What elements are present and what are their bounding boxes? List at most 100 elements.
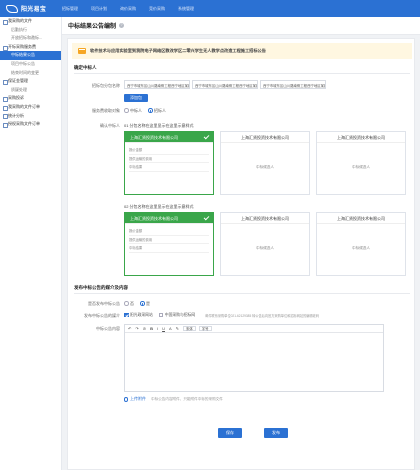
divider <box>74 293 410 294</box>
main-content: 中标结果公告编制 ? 软件技术与应用实验室到我院电子网络区教改学区二零兴学生无人… <box>62 17 420 470</box>
main-nav: 招标管理 项目计划 询价采购 竞价采购 系统管理 <box>62 6 207 12</box>
nav-item[interactable]: 项目计划 <box>91 6 107 12</box>
radio-selected-icon <box>140 301 145 306</box>
radio-icon <box>124 108 129 113</box>
service-fee-label: 服务费收取对象 <box>92 108 120 113</box>
sidebar-item[interactable]: 统计分析 <box>0 112 61 121</box>
nav-item[interactable]: 竞价采购 <box>149 6 165 12</box>
supplier-detail-line: 中标结果 <box>129 244 209 253</box>
supplier-detail-line: 中标结果 <box>129 163 209 172</box>
supplier-name: 上海汇贤投资技术有限公司 <box>221 213 309 224</box>
supplier-detail-line: 提供运输的费用 <box>129 236 209 244</box>
service-fee-option-winner[interactable]: 中标人 <box>124 108 142 114</box>
supplier-status: 中标候选人 <box>256 246 274 250</box>
divider <box>74 73 410 74</box>
paperclip-icon <box>124 396 128 402</box>
media-note: 邮件联系采购单位021-62129385 转公告后向官方采购单位和招标网站的编辑… <box>205 313 320 318</box>
sidebar-item[interactable]: 授权采购文件订单 <box>0 120 61 129</box>
sidebar-item[interactable]: 开标采购服务费 <box>0 43 61 52</box>
upload-row: 上传附件 中标公告内容附件，只能附件中标的采购文件 <box>124 396 223 402</box>
add-package-button[interactable]: 添加包 <box>124 94 148 102</box>
service-fee-option-tenderer[interactable]: 招标人 <box>148 108 166 114</box>
checkbox-checked-icon <box>124 312 129 318</box>
sidebar-item[interactable]: 中标结果公告 <box>0 51 61 60</box>
undo-icon[interactable]: ↶ <box>128 326 131 331</box>
media-option-china[interactable]: 中国采购与招标网 <box>158 312 195 318</box>
supplier-name: 上海汇贤投资技术有限公司 <box>125 132 213 143</box>
underline-icon[interactable]: U <box>162 326 165 331</box>
form-card: 软件技术与应用实验室到我院电子网络区教改学区二零兴学生无人教学点改造工程施工招标… <box>67 38 415 470</box>
redo-icon[interactable]: ↷ <box>135 326 138 331</box>
option-label: 阳光政采网站 <box>130 312 153 317</box>
content-label: 中标公告内容 <box>96 326 120 331</box>
nav-item[interactable]: 询价采购 <box>120 6 136 12</box>
package-tags: 西宁市城东区山川路南侧工程西宁地区某路上设某乙... 西宁市城东区山川路南侧工程… <box>124 80 328 89</box>
clear-format-icon[interactable]: ⊘ <box>143 326 146 331</box>
logo-text: 阳光易宝 <box>21 7 47 13</box>
supplier-name: 上海汇贤投资技术有限公司 <box>125 213 213 224</box>
supplier-detail-line: 报价金额 <box>129 146 209 155</box>
notice-icon <box>78 48 86 54</box>
supplier-name: 上海汇贤投资技术有限公司 <box>221 132 309 143</box>
supplier-card[interactable]: 上海汇贤投资技术有限公司 报价金额 提供运输的费用 中标结果 <box>124 212 214 276</box>
help-icon[interactable]: ? <box>119 23 125 28</box>
sidebar-item[interactable]: 采购投诉 <box>0 94 61 103</box>
publish-label: 是否发布中标公告 <box>88 301 120 306</box>
supplier-detail-line: 提供运输的费用 <box>129 155 209 163</box>
sidebar-item[interactable]: 我采购的文件 <box>0 17 61 26</box>
sidebar-item[interactable]: 保证金管理 <box>0 77 61 86</box>
supplier-status: 中标候选人 <box>352 165 370 169</box>
page-title: 中标结果公告编制 <box>68 24 117 30</box>
nav-item[interactable]: 系统管理 <box>178 6 194 12</box>
package-tag[interactable]: 西宁市城东区山川路南侧工程西宁地区某路上设某乙... <box>124 80 190 89</box>
option-label: 招标人 <box>154 107 166 113</box>
media-label: 发布中标公告的媒介 <box>84 313 120 318</box>
supplier-detail-line: 报价金额 <box>129 227 209 236</box>
media-checkbox-group: 阳光政采网站 中国采购与招标网 邮件联系采购单位021-62129385 转公告… <box>124 313 319 318</box>
supplier-status: 中标候选人 <box>256 165 274 169</box>
supplier-name: 上海汇贤投资技术有限公司 <box>317 213 405 224</box>
package1-title: 01 分包名称在这里显示在这里示意样式 <box>124 123 194 128</box>
italic-icon[interactable]: I <box>157 326 158 331</box>
supplier-card[interactable]: 上海汇贤投资技术有限公司 中标候选人 <box>316 212 406 276</box>
package-tag[interactable]: 西宁市城东区山川路南侧工程西宁地区某路上设某乙... <box>260 80 326 89</box>
sidebar-item[interactable]: 后勤执行 <box>0 26 61 35</box>
sidebar-item[interactable]: 项目中标公告 <box>0 60 61 69</box>
option-label: 中标人 <box>130 107 142 113</box>
supplier-card[interactable]: 上海汇贤投资技术有限公司 报价金额 提供运输的费用 中标结果 <box>124 131 214 195</box>
top-navigation-bar: 阳光易宝 招标管理 项目计划 询价采购 竞价采购 系统管理 <box>0 0 420 17</box>
checkbox-icon <box>158 312 164 318</box>
publish-button[interactable]: 发布 <box>264 428 288 438</box>
packages-label: 招标包分包名称 <box>92 83 120 88</box>
publish-option-no[interactable]: 否 <box>124 301 134 307</box>
rich-text-editor[interactable]: ↶ ↷ ⊘ B I U A ✎ 宋体 字号 <box>124 324 384 392</box>
save-button[interactable]: 保存 <box>218 428 242 438</box>
font-family-select[interactable]: 宋体 <box>183 326 196 331</box>
supplier-details: 报价金额 提供运输的费用 中标结果 <box>125 143 213 175</box>
winner-label: 确认中标人 <box>100 123 120 128</box>
sidebar-item[interactable]: 我采购的文件订单 <box>0 103 61 112</box>
sidebar-item[interactable]: 结束时间的变更 <box>0 69 61 78</box>
radio-selected-icon <box>148 108 153 113</box>
sidebar-item[interactable]: 质疑处理 <box>0 86 61 95</box>
radio-icon <box>124 301 129 306</box>
option-label: 是 <box>146 300 150 306</box>
upload-link[interactable]: 上传附件 <box>130 396 146 402</box>
supplier-details: 报价金额 提供运输的费用 中标结果 <box>125 224 213 256</box>
bold-icon[interactable]: B <box>150 326 153 331</box>
publish-option-yes[interactable]: 是 <box>140 301 150 307</box>
media-option-gov[interactable]: 阳光政采网站 <box>124 313 153 318</box>
nav-item[interactable]: 招标管理 <box>62 6 78 12</box>
supplier-name: 上海汇贤投资技术有限公司 <box>317 132 405 143</box>
font-color-icon[interactable]: A <box>169 326 172 331</box>
supplier-card[interactable]: 上海汇贤投资技术有限公司中标候选人 <box>220 131 310 195</box>
highlight-icon[interactable]: ✎ <box>176 326 179 331</box>
supplier-card[interactable]: 上海汇贤投资技术有限公司中标候选人 <box>220 212 310 276</box>
supplier-card[interactable]: 上海汇贤投资技术有限公司中标候选人 <box>316 131 406 195</box>
package-tag[interactable]: 西宁市城东区山川路南侧工程西宁地区某路上设某乙... <box>192 80 258 89</box>
font-size-select[interactable]: 字号 <box>198 326 212 331</box>
editor-toolbar: ↶ ↷ ⊘ B I U A ✎ 宋体 字号 <box>125 325 383 333</box>
sidebar-item[interactable]: 开放招标和邀标... <box>0 34 61 43</box>
app-logo[interactable]: 阳光易宝 <box>0 4 62 13</box>
logo-icon <box>6 4 18 13</box>
